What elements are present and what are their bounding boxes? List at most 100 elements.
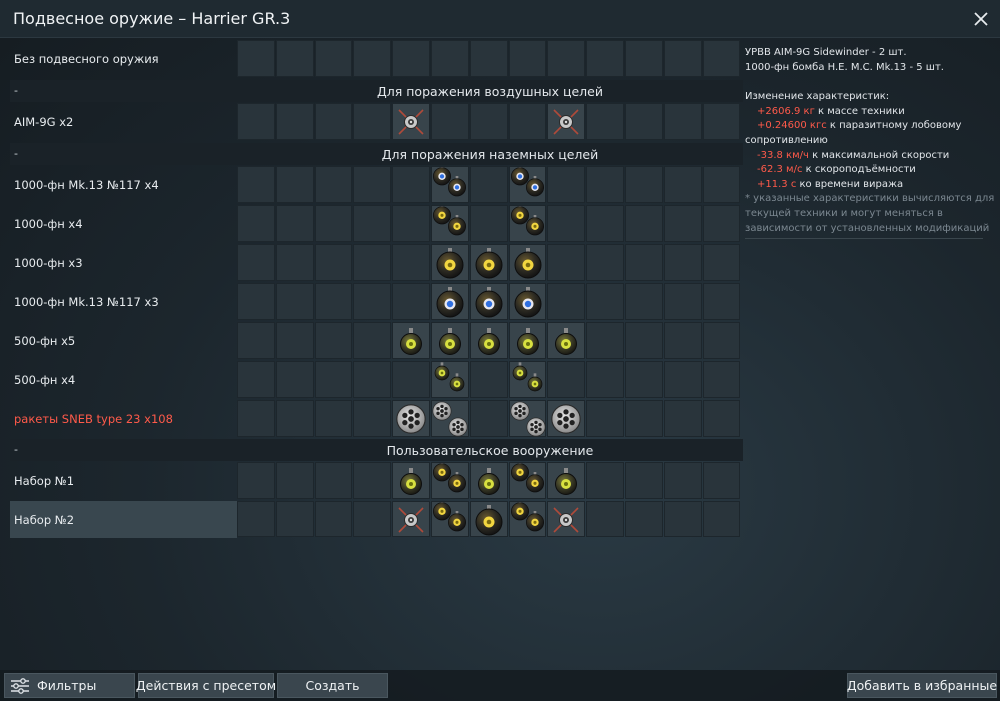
- add-favorites-button[interactable]: Добавить в избранные: [847, 673, 997, 698]
- weapon-slot[interactable]: [508, 164, 547, 203]
- row-label: Без подвесного оружия: [14, 52, 159, 66]
- bomb-500-icon: [548, 463, 584, 503]
- stat-value: -62.3 м/с: [757, 164, 803, 176]
- weapon-slot[interactable]: [392, 322, 430, 359]
- weapon-slot[interactable]: [508, 361, 547, 398]
- weapon-slot: [237, 501, 275, 537]
- weapon-slot: [275, 166, 314, 203]
- loadout-row-1000-x3[interactable]: 1000-фн x3: [10, 244, 743, 282]
- filters-button[interactable]: Фильтры: [4, 673, 135, 698]
- weapon-slot: [353, 244, 392, 281]
- note-line: зависимости от установленных модификаций: [745, 222, 990, 234]
- weapon-slot[interactable]: [431, 361, 469, 398]
- weapon-slot: [663, 400, 702, 437]
- weapon-slot: [237, 166, 275, 203]
- section-header-air: - Для поражения воздушных целей: [10, 80, 743, 102]
- weapon-slot: [237, 361, 275, 398]
- bomb-500-icon: [393, 323, 429, 363]
- weapon-slot[interactable]: [431, 283, 469, 320]
- weapon-slot[interactable]: [431, 499, 469, 537]
- weapon-slot[interactable]: [469, 462, 508, 499]
- weapon-slot: [586, 166, 624, 203]
- loadout-row-none[interactable]: Без подвесного оружия: [10, 40, 743, 78]
- weapon-slot: [353, 462, 392, 499]
- weapon-slot: [469, 40, 508, 77]
- preset-actions-button[interactable]: Действия с пресетом: [135, 673, 277, 698]
- weapon-slot[interactable]: [469, 283, 508, 320]
- weapon-slot: [702, 166, 741, 203]
- weapon-slot: [237, 322, 275, 359]
- loadout-row-1000-x4[interactable]: 1000-фн x4: [10, 203, 743, 243]
- weapon-slot: [702, 322, 741, 359]
- loadout-row-set2[interactable]: Набор №2: [10, 499, 743, 538]
- weapon-slot: [625, 462, 663, 499]
- loadout-row-aim9g[interactable]: AIM-9G x2: [10, 103, 743, 141]
- loadout-row-500-x4[interactable]: 500-фн x4: [10, 361, 743, 399]
- close-button[interactable]: [968, 6, 994, 32]
- loadout-row-set1[interactable]: Набор №1: [10, 460, 743, 500]
- weapon-slot: [547, 244, 586, 281]
- weapon-slot: [469, 361, 508, 398]
- weapon-slot: [625, 322, 663, 359]
- weapon-slot[interactable]: [469, 244, 508, 281]
- weapon-slot[interactable]: [508, 244, 547, 281]
- weapon-slot: [702, 501, 741, 537]
- weapon-slot[interactable]: [508, 283, 547, 320]
- loadout-row-mk13-117-x3[interactable]: 1000-фн Mk.13 №117 x3: [10, 283, 743, 321]
- preset-actions-label: Действия с пресетом: [135, 678, 277, 693]
- weapon-slot: [314, 283, 353, 320]
- weapon-slot[interactable]: [392, 462, 430, 499]
- weapon-slot: [663, 361, 702, 398]
- weapon-slot[interactable]: [508, 499, 547, 537]
- weapon-slot[interactable]: [392, 501, 430, 537]
- bomb-1000-pair-icon: [432, 499, 468, 542]
- stat-value: +0.24600 кгс: [757, 120, 827, 132]
- create-button[interactable]: Создать: [277, 673, 388, 698]
- weapon-slot[interactable]: [547, 322, 586, 359]
- weapon-slot[interactable]: [508, 322, 547, 359]
- weapon-slot[interactable]: [508, 203, 547, 242]
- loadout-row-sneb[interactable]: ракеты SNEB type 23 x108: [10, 400, 743, 438]
- weapon-slot[interactable]: [431, 400, 469, 437]
- weapon-slot: [237, 283, 275, 320]
- weapon-slot: [275, 283, 314, 320]
- weapon-slot[interactable]: [547, 400, 586, 437]
- weapon-slot[interactable]: [431, 460, 469, 499]
- weapon-slot[interactable]: [469, 322, 508, 359]
- weapon-slot: [547, 283, 586, 320]
- weapon-slot[interactable]: [508, 400, 547, 437]
- weapon-slot: [663, 462, 702, 499]
- stat-value: -33.8 км/ч: [757, 149, 809, 161]
- weapon-slot: [625, 103, 663, 140]
- weapon-slot[interactable]: [547, 462, 586, 499]
- loadout-row-mk13-117-x4[interactable]: 1000-фн Mk.13 №117 x4: [10, 164, 743, 204]
- loadout-summary-line: УРВВ AIM-9G Sidewinder - 2 шт.: [745, 47, 907, 58]
- missile-icon: [393, 104, 429, 144]
- weapon-slot[interactable]: [392, 103, 430, 140]
- weapon-slot[interactable]: [431, 244, 469, 281]
- weapon-slot[interactable]: [431, 322, 469, 359]
- weapon-slot: [625, 400, 663, 437]
- rocket-pod-pair-icon: [510, 401, 546, 441]
- weapon-slot[interactable]: [508, 460, 547, 499]
- weapon-slot[interactable]: [431, 203, 469, 242]
- weapon-slot: [237, 462, 275, 499]
- weapon-slot[interactable]: [547, 103, 586, 140]
- weapon-slot: [625, 244, 663, 281]
- weapon-slot: [237, 40, 275, 77]
- row-label: AIM-9G x2: [14, 115, 74, 129]
- stat-drag: +0.24600 кгс к паразитному лобовому: [745, 119, 995, 134]
- weapon-slot[interactable]: [547, 501, 586, 537]
- bomb-1000-pair-icon: [510, 203, 546, 246]
- stat-drag-cont: сопротивлению: [745, 134, 828, 146]
- weapon-slot: [663, 103, 702, 140]
- row-label: Набор №1: [14, 474, 75, 488]
- weapon-slot[interactable]: [392, 400, 430, 437]
- weapon-slot: [275, 322, 314, 359]
- weapon-slot[interactable]: [469, 501, 508, 537]
- weapon-slot: [353, 361, 392, 398]
- row-label: 500-фн x4: [14, 373, 76, 387]
- loadout-row-500-x5[interactable]: 500-фн x5: [10, 322, 743, 360]
- weapon-slot[interactable]: [431, 164, 469, 203]
- weapon-slot: [625, 501, 663, 537]
